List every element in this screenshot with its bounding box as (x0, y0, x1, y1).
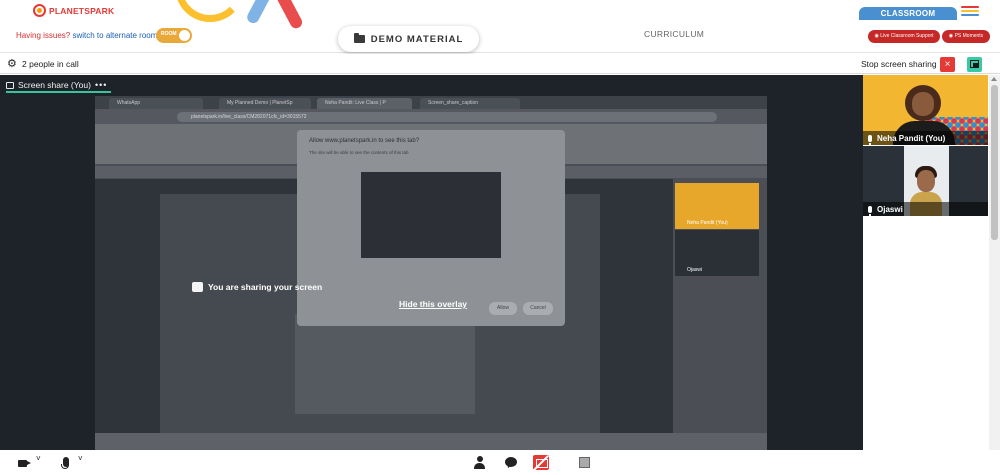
demo-material-label: DEMO MATERIAL (370, 33, 464, 45)
shared-browser-tab: WhatsApp (109, 98, 203, 109)
shared-mini-video-name: Neha Pandit (You) (687, 220, 728, 226)
call-bar: ⚙ 2 people in call Stop screen sharing × (0, 54, 1000, 74)
dialog-cancel-button: Cancel (523, 302, 553, 315)
camera-options-chevron-icon[interactable]: ˅ (36, 454, 41, 463)
participant-name: Neha Pandit (You) (877, 133, 946, 143)
decorative-stroke-red (273, 0, 305, 31)
screen-share-icon (6, 81, 14, 89)
curriculum-tab[interactable]: CURRICULUM (644, 29, 704, 39)
participant-avatar-face (917, 170, 935, 192)
shared-mini-video-name: Ojaswi (687, 267, 703, 273)
scroll-up-arrow-icon[interactable] (991, 77, 997, 81)
dialog-allow-button: Allow (489, 302, 517, 315)
alternate-room-toggle[interactable]: ROOM (156, 28, 192, 43)
ps-moments-label: PS Moments (954, 33, 984, 39)
participant-video-ojaswi[interactable]: Ojaswi (863, 146, 988, 216)
participant-avatar-face (912, 92, 934, 116)
microphone-icon (868, 205, 872, 216)
sharing-overlay-text: You are sharing your screen (208, 282, 323, 292)
stop-sharing-close-icon[interactable]: × (940, 57, 955, 72)
bottom-toolbar: ˅ ˅ (0, 451, 1000, 475)
settings-gear-icon[interactable]: ⚙ (7, 59, 17, 70)
chat-icon[interactable] (505, 457, 517, 467)
hide-overlay-link[interactable]: Hide this overlay (399, 299, 467, 309)
decorative-arc (175, 0, 245, 22)
stop-screen-share-icon[interactable] (533, 455, 549, 470)
issue-notice: Having issues? switch to alternate room (16, 31, 157, 40)
shared-browser-tab: My Planned Demo | PlanetSp (219, 98, 311, 109)
shared-mini-video-1: Neha Pandit (You) (675, 183, 759, 229)
room-toggle-label: ROOM (161, 31, 177, 37)
issue-label: Having issues? (16, 31, 71, 40)
demo-material-button[interactable]: DEMO MATERIAL (338, 26, 479, 52)
shared-bottom-bar (95, 433, 767, 450)
live-classroom-support-button[interactable]: ◉ Live Classroom Support (868, 30, 940, 43)
microphone-icon[interactable] (61, 457, 69, 469)
shared-browser-tab: Neha Pandit: Live Class | P (317, 98, 412, 109)
shared-screen-content: WhatsApp My Planned Demo | PlanetSp Neha… (95, 96, 767, 450)
switch-room-link[interactable]: switch to alternate room (72, 31, 157, 40)
participants-icon[interactable] (474, 456, 485, 469)
hamburger-menu-icon[interactable] (961, 6, 979, 18)
logo-mark-icon (33, 4, 46, 17)
live-support-label: Live Classroom Support (880, 33, 934, 39)
screen-share-tab[interactable]: Screen share (You) ••• (6, 79, 112, 93)
camera-icon[interactable] (18, 460, 31, 467)
hamburger-line-blue (961, 14, 979, 16)
classroom-tab[interactable]: CLASSROOM (859, 7, 957, 20)
dialog-title: Allow www.planetspark.in to see this tab… (309, 138, 420, 144)
logo-text: PLANETSPARK (49, 5, 115, 16)
screen-share-stage: Screen share (You) ••• WhatsApp My Plann… (0, 75, 863, 450)
participant-name: Ojaswi (877, 204, 903, 214)
shared-url-text: planetspark.in/live_class/CM282071cfc_id… (177, 112, 717, 122)
ps-moments-button[interactable]: ◉ PS Moments (942, 30, 990, 43)
participant-video-neha[interactable]: Neha Pandit (You) (863, 75, 988, 145)
scrollbar-thumb[interactable] (991, 85, 998, 240)
share-permission-dialog: Allow www.planetspark.in to see this tab… (297, 130, 565, 326)
microphone-icon (868, 134, 872, 145)
sharing-screen-icon (192, 282, 203, 292)
whiteboard-icon[interactable] (579, 457, 590, 468)
folder-icon (353, 33, 365, 43)
toggle-knob (179, 30, 190, 41)
picture-in-picture-icon[interactable] (967, 57, 982, 72)
dialog-tab-preview (361, 172, 501, 258)
shared-mini-video-2: Ojaswi (675, 230, 759, 276)
mic-options-chevron-icon[interactable]: ˅ (78, 454, 83, 463)
hamburger-line-yellow (961, 10, 979, 12)
hamburger-line-red (961, 6, 979, 8)
decorative-stroke-blue (245, 0, 277, 26)
participant-name-strip: Ojaswi (863, 202, 988, 216)
planetspark-logo: PLANETSPARK (33, 4, 114, 17)
shared-browser-urlbar: planetspark.in/live_class/CM282071cfc_id… (95, 109, 767, 124)
vertical-scrollbar[interactable] (989, 75, 1000, 450)
stop-screen-sharing-label[interactable]: Stop screen sharing (861, 59, 937, 69)
people-in-call-count: 2 people in call (22, 59, 79, 69)
screen-share-tab-label: Screen share (You) (18, 80, 91, 90)
dialog-subtitle: The site will be able to see the content… (309, 150, 409, 155)
shared-browser-tab: Screen_share_caption (420, 98, 520, 109)
more-options-icon[interactable]: ••• (95, 80, 107, 90)
top-header: PLANETSPARK Having issues? switch to alt… (0, 0, 1000, 53)
participant-name-strip: Neha Pandit (You) (863, 131, 988, 145)
shared-nested-app (295, 314, 475, 414)
shared-browser-tabbar: WhatsApp My Planned Demo | PlanetSp Neha… (95, 96, 767, 109)
